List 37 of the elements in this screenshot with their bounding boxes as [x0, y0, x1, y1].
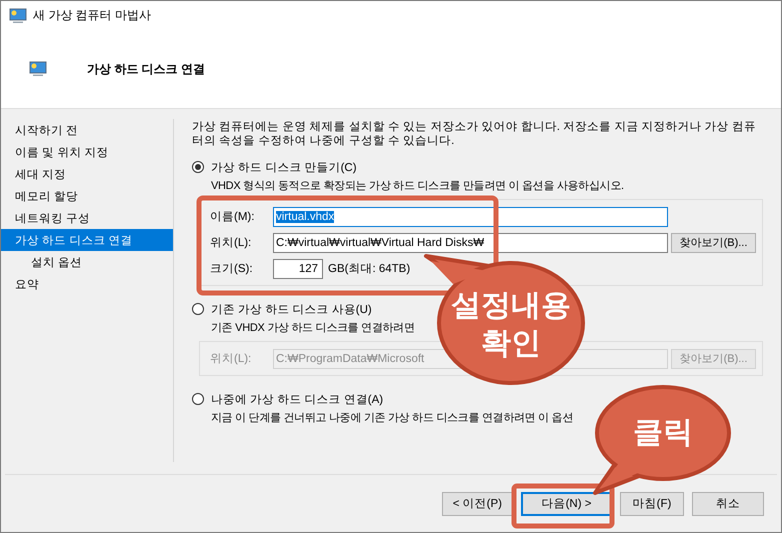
- step-item[interactable]: 세대 지정: [1, 163, 173, 185]
- step-item[interactable]: 이름 및 위치 지정: [1, 141, 173, 163]
- description-text: 가상 컴퓨터에는 운영 체제를 설치할 수 있는 저장소가 있어야 합니다. 저장소를 지금 지정하거나 가상 컴퓨터의 속성을 수정하여 나중에 구성할 수 있습니다.: [192, 120, 757, 148]
- wizard-button[interactable]: < 이전(P): [442, 492, 513, 516]
- step-item[interactable]: 시작하기 전: [1, 119, 173, 141]
- size-unit: GB(최대: 64TB): [328, 262, 410, 276]
- browse-button[interactable]: 찾아보기(B)...: [671, 232, 756, 252]
- window-title: 새 가상 컴퓨터 마법사: [33, 7, 152, 24]
- step-item[interactable]: 가상 하드 디스크 연결: [1, 229, 173, 251]
- input-field[interactable]: C:₩virtual₩virtual₩Virtual Hard Disks₩: [273, 232, 668, 252]
- wizard-button[interactable]: 다음(N) >: [521, 492, 612, 516]
- step-item[interactable]: 설치 옵션: [1, 251, 173, 273]
- input-field[interactable]: virtual.vhdx: [273, 206, 668, 226]
- field-label: 이름(M):: [210, 210, 256, 224]
- option-hint: VHDX 형식의 동적으로 확장되는 가상 하드 디스크를 만들려면 이 옵션을 사용하십시오.: [210, 179, 625, 193]
- radio-button[interactable]: [192, 393, 204, 405]
- option-label[interactable]: 가상 하드 디스크 만들기(C): [211, 160, 357, 174]
- wizard-button[interactable]: 취소: [692, 492, 764, 516]
- step-item[interactable]: 메모리 할당: [1, 185, 173, 207]
- monitor-icon: [29, 61, 47, 77]
- input-field[interactable]: 127: [273, 258, 323, 278]
- field-label: 크기(S):: [210, 262, 254, 276]
- callout-text: 설정내용 확인: [450, 288, 572, 362]
- monitor-icon: [9, 8, 27, 24]
- callout-text: 클릭: [632, 415, 694, 451]
- option-label[interactable]: 기존 가상 하드 디스크 사용(U): [211, 302, 372, 316]
- field-label: 위치(L):: [210, 236, 252, 250]
- radio-button[interactable]: [192, 303, 204, 315]
- step-item[interactable]: 요약: [1, 273, 173, 295]
- step-item[interactable]: 네트워킹 구성: [1, 207, 173, 229]
- option-label[interactable]: 나중에 가상 하드 디스크 연결(A): [211, 392, 384, 406]
- option-hint: 기존 VHDX 가상 하드 디스크를 연결하려면: [210, 321, 416, 335]
- page-title: 가상 하드 디스크 연결: [87, 60, 206, 78]
- field-label: 위치(L):: [210, 352, 252, 366]
- wizard-button[interactable]: 마침(F): [620, 492, 684, 516]
- option-hint: 지금 이 단계를 건너뛰고 나중에 기존 가상 하드 디스크를 연결하려면 이 옵션: [210, 411, 574, 425]
- radio-button[interactable]: [192, 161, 204, 173]
